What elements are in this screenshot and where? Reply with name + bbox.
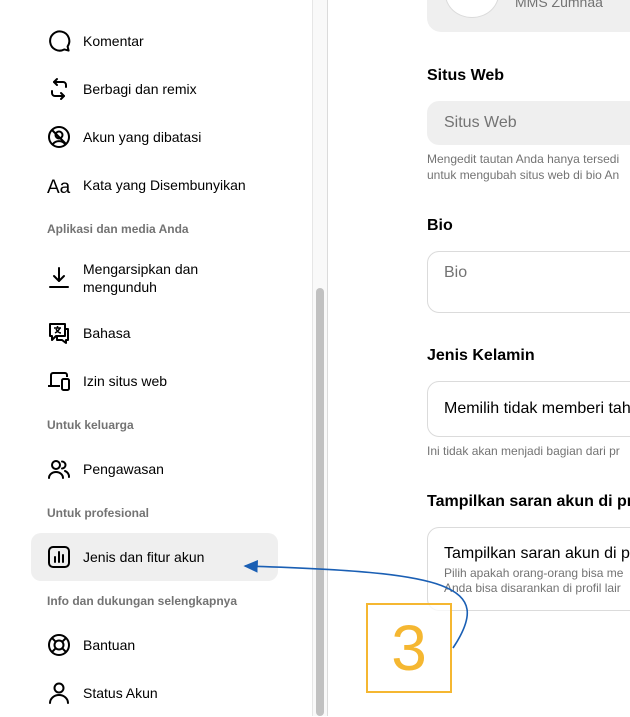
annotation-arrow (243, 559, 469, 649)
annotation-number-box: 3 (366, 603, 452, 693)
annotation-number: 3 (391, 612, 427, 684)
